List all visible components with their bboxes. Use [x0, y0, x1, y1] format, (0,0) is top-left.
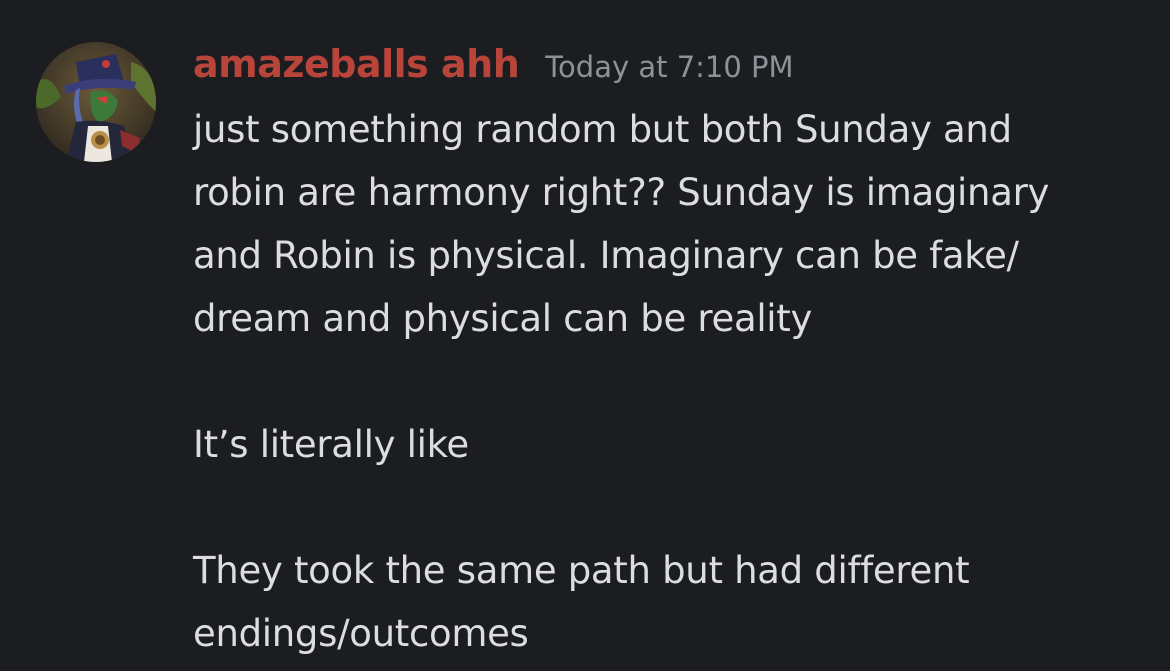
- username[interactable]: amazeballs ahh: [193, 42, 520, 86]
- message-line: They took the same path but had differen…: [193, 549, 970, 592]
- avatar-image: [36, 42, 156, 162]
- paragraph-break: [193, 350, 1153, 413]
- user-avatar[interactable]: [36, 42, 156, 162]
- message-line: dream and physical can be reality: [193, 297, 813, 340]
- message-line: just something random but both Sunday an…: [193, 108, 1012, 151]
- chat-message: amazeballs ahh Today at 7:10 PM just som…: [0, 0, 1170, 671]
- paragraph-break: [193, 476, 1153, 539]
- message-line: robin are harmony right?? Sunday is imag…: [193, 171, 1050, 214]
- message-line: and Robin is physical. Imaginary can be …: [193, 234, 1019, 277]
- message-header: amazeballs ahh Today at 7:10 PM: [193, 42, 794, 92]
- message-line: It’s literally like: [193, 423, 469, 466]
- message-line: endings/outcomes: [193, 612, 529, 655]
- timestamp: Today at 7:10 PM: [545, 50, 794, 84]
- message-content: just something random but both Sunday an…: [193, 98, 1153, 665]
